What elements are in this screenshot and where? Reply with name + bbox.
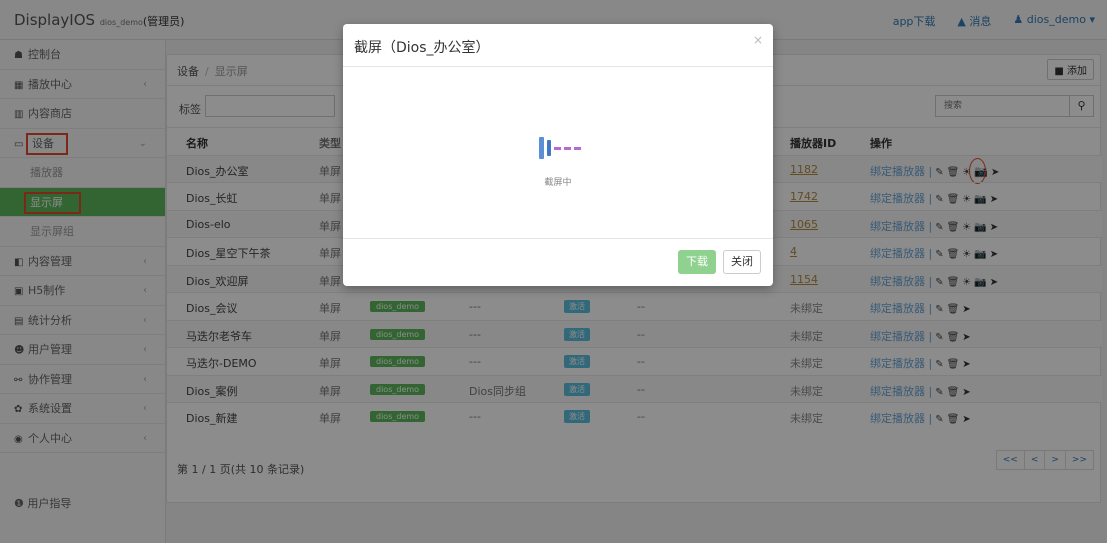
divider bbox=[343, 66, 773, 67]
close-icon[interactable]: × bbox=[753, 33, 763, 47]
download-button[interactable]: 下载 bbox=[678, 250, 716, 274]
modal-title: 截屏（Dios_办公室） bbox=[354, 40, 490, 56]
loading-text: 截屏中 bbox=[544, 178, 572, 188]
screenshot-modal: 截屏（Dios_办公室） × 截屏中 下载 关闭 bbox=[343, 24, 773, 286]
close-button[interactable]: 关闭 bbox=[723, 250, 761, 274]
divider bbox=[343, 238, 773, 239]
loading-spinner-icon bbox=[539, 137, 581, 159]
